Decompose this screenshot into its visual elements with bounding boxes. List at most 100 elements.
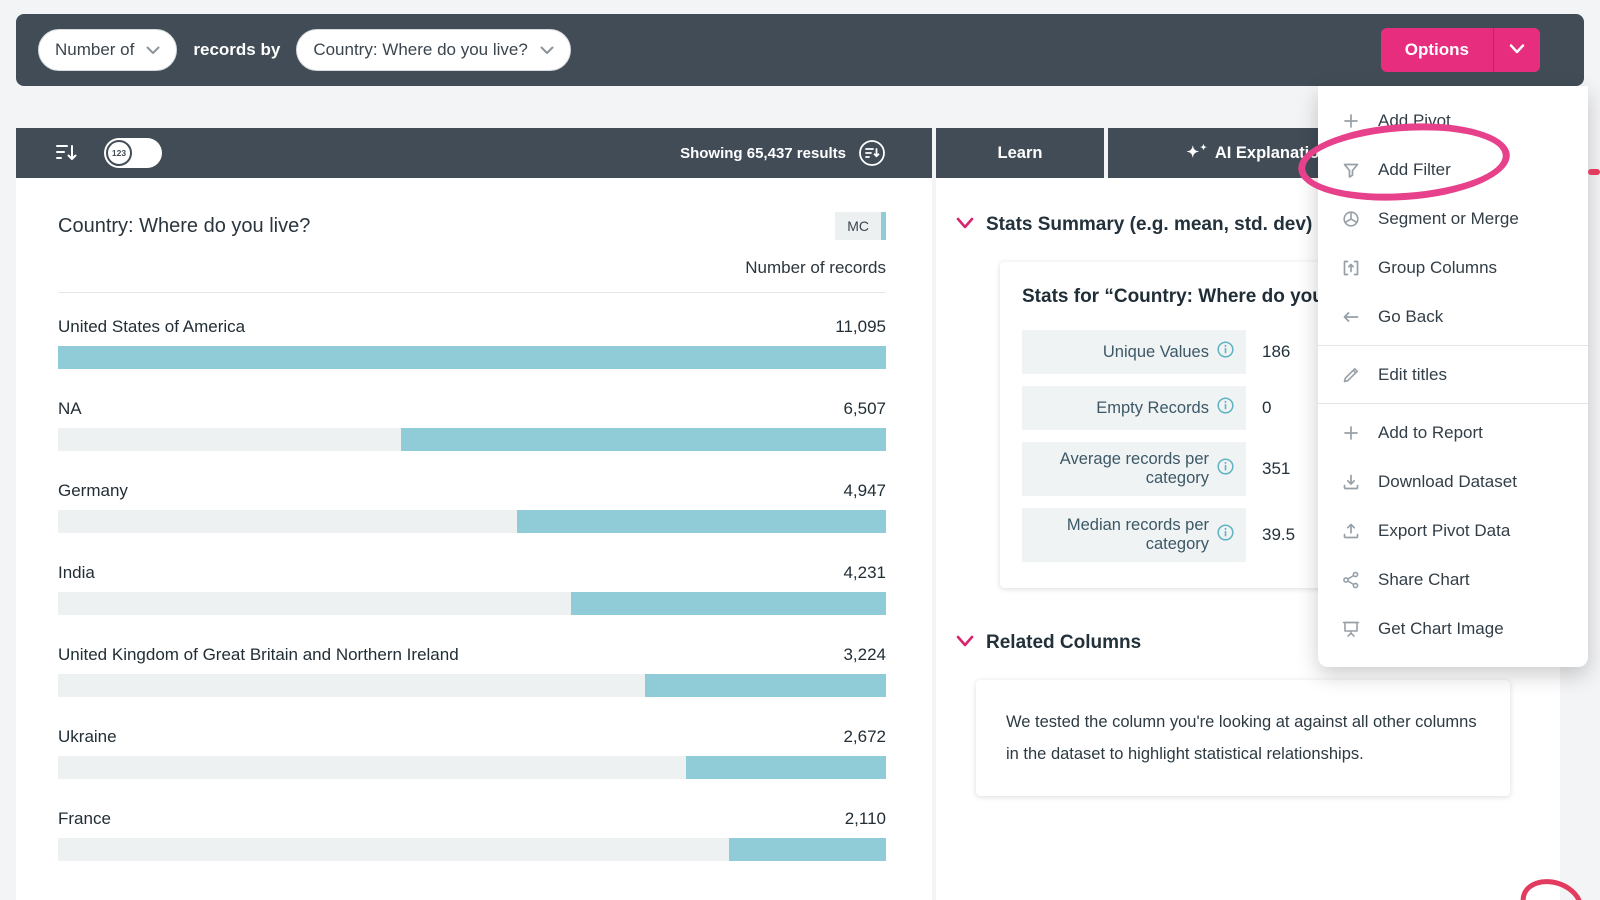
- menu-item-segment-or-merge[interactable]: Segment or Merge: [1318, 194, 1588, 243]
- chart-image-icon: [1340, 619, 1362, 639]
- bar-row[interactable]: France 2,110: [58, 809, 886, 861]
- stat-label: Unique Values: [1022, 330, 1246, 374]
- tab-ai-label: AI Explanation: [1215, 144, 1330, 163]
- bar-fill: [571, 592, 886, 615]
- sort-results-icon[interactable]: [858, 139, 886, 167]
- bar-value-label: 3,224: [843, 645, 886, 665]
- bar-track: [58, 510, 886, 533]
- menu-divider: [1318, 345, 1588, 346]
- bar-category-label: Ukraine: [58, 727, 117, 747]
- menu-item-label: Share Chart: [1378, 570, 1470, 590]
- stat-label-text: Average records per category: [1036, 450, 1209, 488]
- bar-value-label: 4,947: [843, 481, 886, 501]
- menu-item-label: Export Pivot Data: [1378, 521, 1510, 541]
- bar-category-label: India: [58, 563, 95, 583]
- plus-icon: [1340, 423, 1362, 443]
- options-button-group: Options: [1381, 28, 1540, 72]
- bar-category-label: Germany: [58, 481, 128, 501]
- value-axis-label: Number of records: [58, 258, 886, 278]
- related-columns-body: We tested the column you're looking at a…: [1006, 713, 1477, 763]
- bar-row[interactable]: Ukraine 2,672: [58, 727, 886, 779]
- chevron-down-icon: [540, 40, 554, 60]
- metric-dropdown-value: Number of: [55, 40, 134, 60]
- group-columns-icon: [1340, 258, 1362, 278]
- options-caret-button[interactable]: [1493, 28, 1540, 72]
- menu-item-label: Edit titles: [1378, 365, 1447, 385]
- menu-item-export-pivot-data[interactable]: Export Pivot Data: [1318, 506, 1588, 555]
- chart-toolbar: 123 Showing 65,437 results: [16, 128, 932, 178]
- bar-track: [58, 592, 886, 615]
- bar-category-label: NA: [58, 399, 82, 419]
- bar-category-label: France: [58, 809, 111, 829]
- menu-item-label: Add to Report: [1378, 423, 1483, 443]
- related-columns-title: Related Columns: [986, 632, 1141, 654]
- stat-label: Average records per category: [1022, 442, 1246, 496]
- export-icon: [1340, 521, 1362, 541]
- share-icon: [1340, 570, 1362, 590]
- info-icon[interactable]: [1217, 458, 1234, 480]
- app-window: Number of records by Country: Where do y…: [0, 0, 1600, 900]
- bar-row[interactable]: India 4,231: [58, 563, 886, 615]
- column-dropdown[interactable]: Country: Where do you live?: [296, 29, 571, 71]
- column-dropdown-value: Country: Where do you live?: [313, 40, 528, 60]
- bar-fill: [729, 838, 886, 861]
- sort-icon[interactable]: [56, 144, 78, 162]
- records-by-label: records by: [193, 40, 280, 60]
- bar-row[interactable]: United States of America 11,095: [58, 317, 886, 369]
- funnel-icon: [1340, 160, 1362, 180]
- bar-value-label: 4,231: [843, 563, 886, 583]
- bar-fill: [401, 428, 886, 451]
- menu-item-label: Add Filter: [1378, 160, 1451, 180]
- stat-value: 351: [1262, 459, 1290, 479]
- bar-fill: [686, 756, 886, 779]
- info-icon[interactable]: [1217, 341, 1234, 363]
- stat-value: 186: [1262, 342, 1290, 362]
- menu-divider: [1318, 403, 1588, 404]
- chevron-expanded-icon: [956, 634, 974, 652]
- stat-value: 0: [1262, 398, 1271, 418]
- related-columns-card: We tested the column you're looking at a…: [976, 680, 1510, 796]
- tab-learn[interactable]: Learn: [936, 128, 1104, 178]
- chevron-down-icon: [146, 40, 160, 60]
- metric-dropdown[interactable]: Number of: [38, 29, 177, 71]
- bar-row[interactable]: United Kingdom of Great Britain and Nort…: [58, 645, 886, 697]
- bar-value-label: 2,672: [843, 727, 886, 747]
- bar-fill: [517, 510, 886, 533]
- menu-item-go-back[interactable]: Go Back: [1318, 292, 1588, 341]
- pencil-icon: [1340, 365, 1362, 385]
- menu-item-get-chart-image[interactable]: Get Chart Image: [1318, 604, 1588, 653]
- menu-item-add-pivot[interactable]: Add Pivot: [1318, 96, 1588, 145]
- menu-item-label: Add Pivot: [1378, 111, 1451, 131]
- bar-track: [58, 346, 886, 369]
- bar-category-label: United States of America: [58, 317, 245, 337]
- chevron-expanded-icon: [956, 216, 974, 234]
- options-dropdown-menu: Add Pivot Add Filter Segment or Merge Gr…: [1318, 86, 1588, 667]
- menu-item-add-to-report[interactable]: Add to Report: [1318, 408, 1588, 457]
- column-type-badge[interactable]: MC: [835, 212, 886, 240]
- info-icon[interactable]: [1217, 397, 1234, 419]
- bar-row[interactable]: Germany 4,947: [58, 481, 886, 533]
- bar-row[interactable]: NA 6,507: [58, 399, 886, 451]
- plus-icon: [1340, 111, 1362, 131]
- bar-chart-panel: Country: Where do you live? MC Number of…: [16, 178, 932, 900]
- stat-label-text: Median records per category: [1036, 516, 1209, 554]
- info-icon[interactable]: [1217, 524, 1234, 546]
- menu-item-edit-titles[interactable]: Edit titles: [1318, 350, 1588, 399]
- tab-learn-label: Learn: [998, 144, 1043, 163]
- bar-fill: [58, 346, 886, 369]
- annotation-edge-mark: [1588, 169, 1600, 175]
- menu-item-label: Go Back: [1378, 307, 1443, 327]
- menu-item-add-filter[interactable]: Add Filter: [1318, 145, 1588, 194]
- options-button[interactable]: Options: [1381, 28, 1493, 72]
- download-icon: [1340, 472, 1362, 492]
- sparkle-icon: ✦: [1187, 143, 1206, 161]
- menu-item-label: Download Dataset: [1378, 472, 1517, 492]
- menu-item-label: Group Columns: [1378, 258, 1497, 278]
- numeric-format-toggle[interactable]: 123: [104, 138, 162, 168]
- menu-item-group-columns[interactable]: Group Columns: [1318, 243, 1588, 292]
- top-toolbar: Number of records by Country: Where do y…: [16, 14, 1584, 86]
- bar-value-label: 6,507: [843, 399, 886, 419]
- menu-item-share-chart[interactable]: Share Chart: [1318, 555, 1588, 604]
- menu-item-download-dataset[interactable]: Download Dataset: [1318, 457, 1588, 506]
- bar-track: [58, 674, 886, 697]
